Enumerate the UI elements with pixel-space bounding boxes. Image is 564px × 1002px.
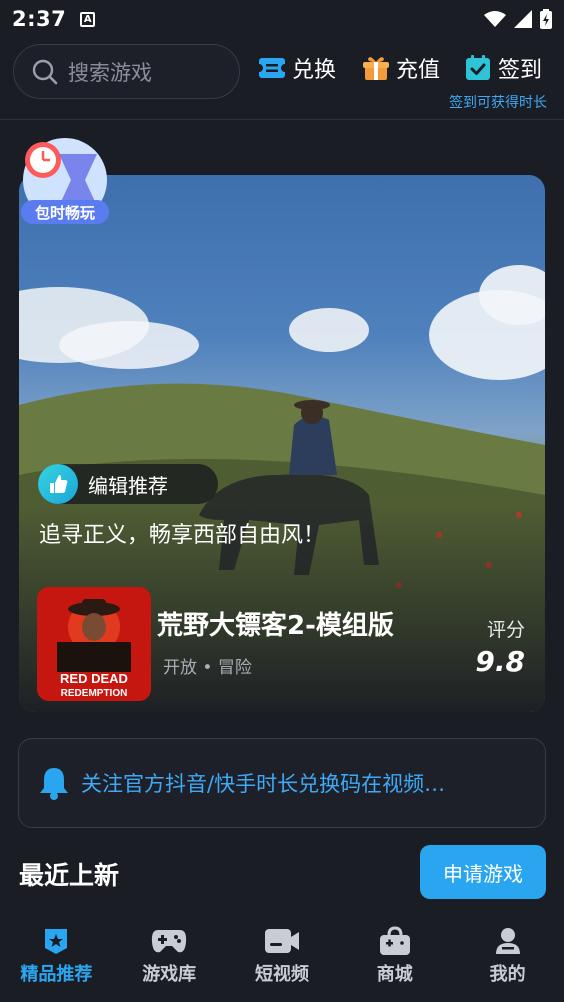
search-input[interactable]: 搜索游戏: [13, 44, 240, 99]
game-cover[interactable]: RED DEAD REDEMPTION: [37, 587, 151, 701]
top-bar: 搜索游戏 兑换 充值 签到 签到可获得时长: [0, 38, 564, 120]
battery-icon: [540, 9, 552, 29]
wifi-icon: [484, 11, 506, 27]
cover-text-line2: REDEMPTION: [61, 688, 128, 699]
gift-icon: [363, 57, 389, 80]
shop-bag-icon: [379, 926, 410, 955]
game-tags: 开放 • 冒险: [163, 658, 252, 678]
search-placeholder: 搜索游戏: [68, 60, 152, 85]
banner-slogan: 追寻正义，畅享西部自由风！: [39, 523, 326, 548]
thumbs-up-icon: [38, 464, 78, 504]
nav-item-featured[interactable]: 精品推荐: [0, 920, 113, 1002]
status-bar: 2:37 A: [0, 0, 564, 38]
person-icon: [495, 928, 520, 954]
nav-item-profile[interactable]: 我的: [451, 920, 564, 1002]
recharge-button[interactable]: 充值: [362, 52, 440, 84]
video-camera-icon: [264, 929, 299, 953]
editor-pick-label: 编辑推荐: [88, 473, 168, 498]
exchange-label: 兑换: [292, 58, 337, 83]
search-icon: [32, 59, 58, 84]
editor-pick-tag: 编辑推荐: [38, 464, 218, 504]
nav-label-featured: 精品推荐: [20, 964, 93, 985]
ticket-icon: [258, 58, 286, 78]
nav-label-shop: 商城: [376, 964, 413, 985]
section-title: 最近上新: [19, 861, 120, 890]
star-badge-icon: [45, 929, 68, 954]
nav-item-game-library[interactable]: 游戏库: [113, 920, 226, 1002]
score-label: 评分: [486, 619, 525, 641]
apply-game-button[interactable]: 申请游戏: [420, 845, 546, 899]
nav-label-short-video: 短视频: [254, 964, 309, 985]
time-package-badge: 包时畅玩: [19, 134, 111, 230]
featured-banner[interactable]: 编辑推荐 追寻正义，畅享西部自由风！ RED DEAD REDEMPTION 荒…: [19, 175, 545, 712]
nav-label-game-library: 游戏库: [142, 964, 197, 985]
status-time: 2:37: [12, 7, 67, 31]
notification-icon: A: [80, 11, 96, 27]
nav-item-shop[interactable]: 商城: [338, 920, 451, 1002]
announcement-bar[interactable]: 关注官方抖音/快手时长兑换码在视频…: [18, 738, 546, 828]
exchange-button[interactable]: 兑换: [258, 52, 336, 84]
game-title[interactable]: 荒野大镖客2-模组版: [157, 605, 394, 642]
bell-icon: [40, 768, 68, 800]
bottom-nav: 精品推荐 游戏库 短视频 商城 我的: [0, 920, 564, 1002]
checkin-hint: 签到可获得时长: [449, 95, 547, 111]
cover-text-line1: RED DEAD: [60, 671, 128, 686]
gamepad-icon: [152, 930, 187, 953]
checkin-button[interactable]: 签到: [464, 52, 542, 84]
announcement-text: 关注官方抖音/快手时长兑换码在视频…: [81, 772, 446, 796]
signal-icon: [514, 10, 532, 28]
calendar-check-icon: [466, 55, 490, 80]
checkin-label: 签到: [498, 58, 543, 83]
status-icons: [484, 9, 552, 29]
nav-label-profile: 我的: [489, 964, 526, 985]
time-badge-label: 包时畅玩: [34, 204, 95, 222]
score-value: 9.8: [475, 645, 525, 678]
recharge-label: 充值: [396, 58, 441, 83]
nav-item-short-video[interactable]: 短视频: [226, 920, 339, 1002]
